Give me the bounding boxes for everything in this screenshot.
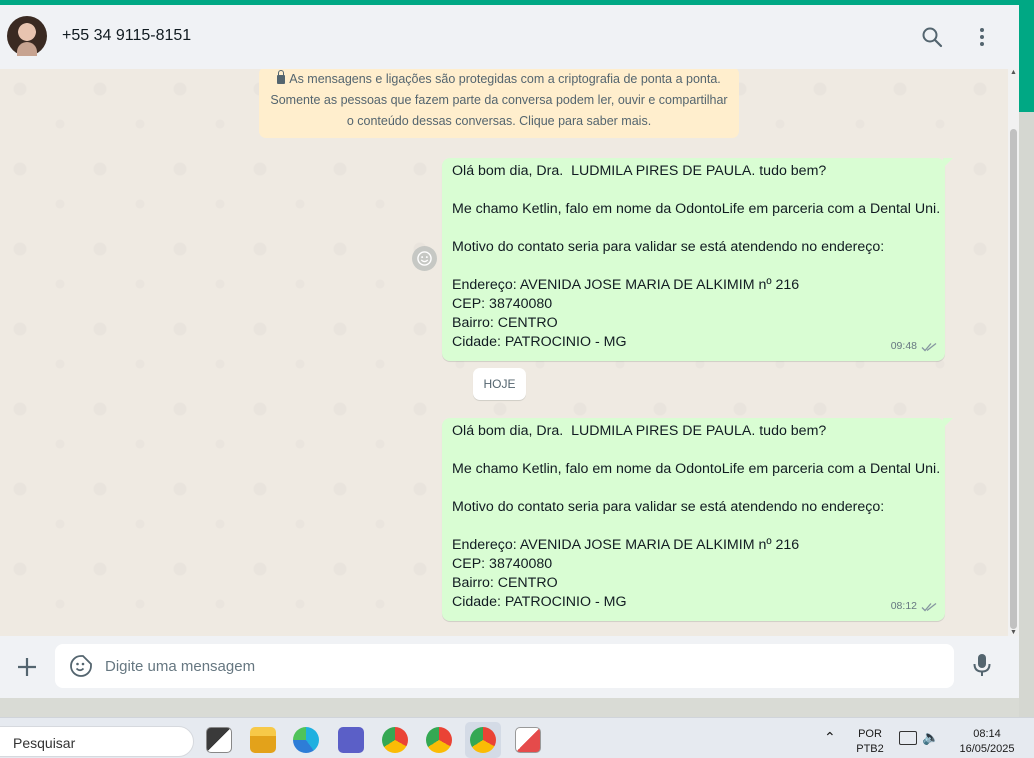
chrome-profile-icon[interactable] (426, 727, 452, 753)
chat-scrollbar[interactable]: ▲ ▼ (1008, 69, 1019, 636)
message-text: CEP: 38740080 (452, 556, 553, 572)
message-text: Endereço: AVENIDA JOSE MARIA DE ALKIMIM … (452, 277, 800, 293)
more-vertical-icon[interactable] (968, 23, 996, 51)
message-text (452, 257, 935, 276)
message-text (452, 517, 935, 536)
lock-icon (277, 70, 286, 84)
sticker-icon[interactable] (69, 654, 93, 683)
message-text (452, 219, 935, 238)
chrome-profile-icon[interactable] (382, 727, 408, 753)
message-text: Olá bom dia, Dra. LUDMILA PIRES DE PAULA… (452, 163, 827, 179)
message-text: Cidade: PATROCINIO - MG (452, 334, 627, 350)
message-text: Olá bom dia, Dra. LUDMILA PIRES DE PAULA… (452, 423, 827, 439)
message-meta: 09:48 (891, 337, 937, 356)
message-text (452, 181, 935, 200)
attach-plus-icon[interactable] (14, 654, 40, 680)
network-icon[interactable] (899, 731, 917, 745)
tray-chevron-up-icon[interactable]: ⌃ (824, 730, 836, 745)
snipping-tool-icon[interactable] (515, 727, 541, 753)
message-text: Motivo do contato seria para validar se … (452, 499, 885, 515)
message-meta: 08:12 (891, 597, 937, 616)
language-code: POR (858, 728, 882, 740)
window-side-panel (1019, 112, 1034, 717)
task-view-icon[interactable] (206, 727, 232, 753)
double-check-icon (921, 602, 937, 611)
encryption-notice[interactable]: As mensagens e ligações são protegidas c… (259, 69, 739, 138)
message-text: Motivo do contato seria para validar se … (452, 239, 885, 255)
message-time: 08:12 (890, 600, 917, 612)
clock-time: 08:14 (973, 728, 1001, 740)
contact-avatar[interactable] (7, 16, 47, 56)
clock-date: 16/05/2025 (959, 743, 1015, 755)
windows-taskbar: Pesquisar ⌃ POR PTB2 🔈 08:14 16/05/2025 (0, 717, 1034, 758)
encryption-notice-line: o conteúdo dessas conversas. Clique para… (346, 114, 652, 128)
chat-header: +55 34 9115-8151 (0, 5, 1019, 69)
message-text: Bairro: CENTRO (452, 575, 558, 591)
outgoing-message[interactable]: Olá bom dia, Dra. LUDMILA PIRES DE PAULA… (442, 158, 953, 361)
message-composer (0, 636, 1019, 698)
message-text: Me chamo Ketlin, falo em nome da OdontoL… (452, 201, 941, 217)
volume-icon[interactable]: 🔈 (922, 730, 939, 745)
double-check-icon (921, 342, 937, 351)
scroll-up-arrow-icon[interactable]: ▲ (1010, 69, 1017, 76)
encryption-notice-line: As mensagens e ligações são protegidas c… (289, 72, 721, 86)
message-time: 09:48 (890, 340, 917, 352)
taskbar-search-box[interactable]: Pesquisar (0, 726, 194, 757)
scrollbar-thumb[interactable] (1010, 129, 1017, 629)
teams-icon[interactable] (338, 727, 364, 753)
microphone-icon[interactable] (970, 652, 994, 683)
message-text: CEP: 38740080 (452, 296, 553, 312)
clock[interactable]: 08:14 16/05/2025 (951, 727, 1023, 757)
scroll-down-arrow-icon[interactable]: ▼ (1010, 629, 1017, 636)
chrome-active-icon[interactable] (470, 727, 496, 753)
file-explorer-icon[interactable] (250, 727, 276, 753)
encryption-notice-line: Somente as pessoas que fazem parte da co… (270, 93, 728, 107)
keyboard-layout: PTB2 (856, 743, 884, 755)
message-text: Endereço: AVENIDA JOSE MARIA DE ALKIMIM … (452, 537, 800, 553)
message-text (452, 479, 935, 498)
message-text: Cidade: PATROCINIO - MG (452, 594, 627, 610)
date-separator: HOJE (473, 368, 526, 400)
contact-name[interactable]: +55 34 9115-8151 (62, 27, 191, 45)
taskbar-search-label: Pesquisar (13, 735, 76, 751)
message-list: As mensagens e ligações são protegidas c… (0, 69, 1019, 636)
emoji-reaction-icon[interactable] (412, 246, 437, 271)
language-indicator[interactable]: POR PTB2 (852, 727, 888, 757)
message-input-box (55, 644, 954, 688)
message-input[interactable] (105, 644, 935, 688)
whatsapp-chat-window: +55 34 9115-8151 As mensagens e ligações… (0, 5, 1019, 698)
message-text: Me chamo Ketlin, falo em nome da OdontoL… (452, 461, 941, 477)
search-icon[interactable] (918, 23, 946, 51)
outgoing-message[interactable]: Olá bom dia, Dra. LUDMILA PIRES DE PAULA… (442, 418, 953, 621)
edge-browser-icon[interactable] (293, 727, 319, 753)
message-text: Bairro: CENTRO (452, 315, 558, 331)
message-text (452, 441, 935, 460)
window-side-accent (1019, 5, 1034, 112)
